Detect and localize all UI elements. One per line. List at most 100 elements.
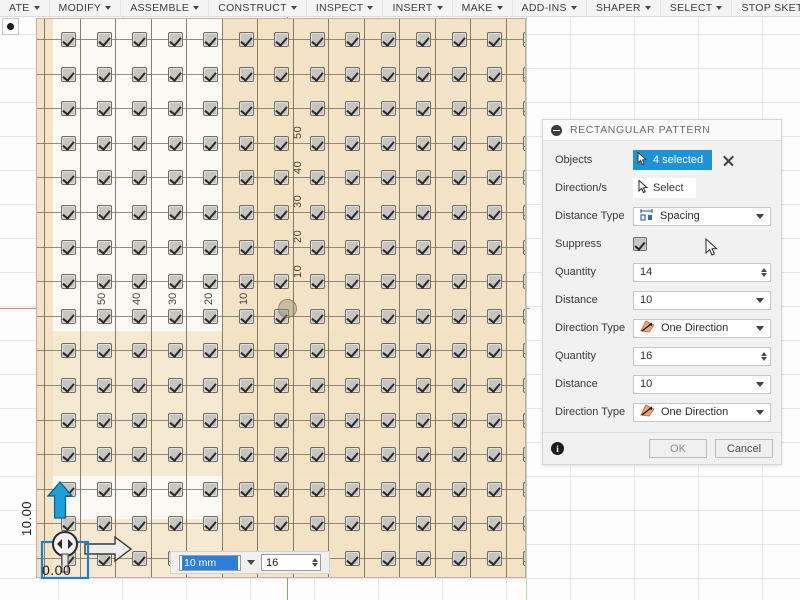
checkbox-checked-icon[interactable] bbox=[487, 101, 502, 116]
checkbox-checked-icon[interactable] bbox=[203, 67, 218, 82]
checkbox-checked-icon[interactable] bbox=[381, 482, 396, 497]
checkbox-checked-icon[interactable] bbox=[381, 67, 396, 82]
checkbox-checked-icon[interactable] bbox=[274, 136, 289, 151]
chevron-down-icon[interactable] bbox=[247, 560, 255, 565]
checkbox-checked-icon[interactable] bbox=[239, 343, 254, 358]
checkbox-checked-icon[interactable] bbox=[61, 32, 76, 47]
direction-type-dropdown[interactable]: One Direction bbox=[633, 402, 771, 422]
checkbox-checked-icon[interactable] bbox=[452, 413, 467, 428]
checkbox-checked-icon[interactable] bbox=[168, 205, 183, 220]
checkbox-checked-icon[interactable] bbox=[168, 240, 183, 255]
checkbox-checked-icon[interactable] bbox=[61, 67, 76, 82]
checkbox-checked-icon[interactable] bbox=[132, 240, 147, 255]
checkbox-checked-icon[interactable] bbox=[61, 240, 76, 255]
checkbox-checked-icon[interactable] bbox=[239, 170, 254, 185]
checkbox-checked-icon[interactable] bbox=[523, 274, 525, 289]
checkbox-checked-icon[interactable] bbox=[487, 32, 502, 47]
checkbox-checked-icon[interactable] bbox=[345, 170, 360, 185]
direction-type-dropdown[interactable]: One Direction bbox=[633, 318, 771, 338]
checkbox-checked-icon[interactable] bbox=[97, 101, 112, 116]
checkbox-checked-icon[interactable] bbox=[203, 516, 218, 531]
checkbox-checked-icon[interactable] bbox=[452, 343, 467, 358]
checkbox-checked-icon[interactable] bbox=[523, 482, 525, 497]
checkbox-checked-icon[interactable] bbox=[452, 136, 467, 151]
checkbox-checked-icon[interactable] bbox=[203, 413, 218, 428]
checkbox-checked-icon[interactable] bbox=[239, 447, 254, 462]
checkbox-checked-icon[interactable] bbox=[452, 170, 467, 185]
checkbox-checked-icon[interactable] bbox=[310, 482, 325, 497]
checkbox-checked-icon[interactable] bbox=[381, 343, 396, 358]
checkbox-checked-icon[interactable] bbox=[239, 205, 254, 220]
checkbox-checked-icon[interactable] bbox=[310, 136, 325, 151]
spinner-arrows-icon[interactable] bbox=[761, 267, 768, 277]
checkbox-checked-icon[interactable] bbox=[203, 32, 218, 47]
checkbox-checked-icon[interactable] bbox=[416, 447, 431, 462]
checkbox-checked-icon[interactable] bbox=[97, 67, 112, 82]
checkbox-checked-icon[interactable] bbox=[381, 32, 396, 47]
checkbox-checked-icon[interactable] bbox=[381, 516, 396, 531]
checkbox-checked-icon[interactable] bbox=[487, 516, 502, 531]
checkbox-checked-icon[interactable] bbox=[345, 482, 360, 497]
checkbox-checked-icon[interactable] bbox=[487, 67, 502, 82]
dialog-header[interactable]: RECTANGULAR PATTERN bbox=[543, 120, 781, 141]
checkbox-checked-icon[interactable] bbox=[381, 205, 396, 220]
checkbox-checked-icon[interactable] bbox=[310, 32, 325, 47]
origin-point-icon[interactable] bbox=[278, 299, 297, 318]
spinner-arrows-icon[interactable] bbox=[312, 558, 319, 567]
checkbox-checked-icon[interactable] bbox=[310, 413, 325, 428]
checkbox-checked-icon[interactable] bbox=[452, 240, 467, 255]
chevron-down-icon[interactable] bbox=[756, 381, 764, 387]
checkbox-checked-icon[interactable] bbox=[239, 309, 254, 324]
checkbox-checked-icon[interactable] bbox=[523, 240, 525, 255]
checkbox-checked-icon[interactable] bbox=[274, 274, 289, 289]
checkbox-checked-icon[interactable] bbox=[487, 343, 502, 358]
checkbox-checked-icon[interactable] bbox=[487, 274, 502, 289]
checkbox-checked-icon[interactable] bbox=[239, 67, 254, 82]
checkbox-checked-icon[interactable] bbox=[97, 343, 112, 358]
menu-item-add-ins[interactable]: ADD-INS bbox=[513, 0, 587, 17]
checkbox-checked-icon[interactable] bbox=[523, 205, 525, 220]
checkbox-checked-icon[interactable] bbox=[345, 516, 360, 531]
checkbox-checked-icon[interactable] bbox=[381, 101, 396, 116]
checkbox-checked-icon[interactable] bbox=[487, 240, 502, 255]
checkbox-checked-icon[interactable] bbox=[523, 516, 525, 531]
chevron-down-icon[interactable] bbox=[756, 409, 764, 415]
checkbox-checked-icon[interactable] bbox=[487, 482, 502, 497]
checkbox-checked-icon[interactable] bbox=[452, 32, 467, 47]
checkbox-checked-icon[interactable] bbox=[168, 516, 183, 531]
checkbox-checked-icon[interactable] bbox=[523, 67, 525, 82]
checkbox-checked-icon[interactable] bbox=[381, 378, 396, 393]
checkbox-checked-icon[interactable] bbox=[345, 240, 360, 255]
checkbox-checked-icon[interactable] bbox=[132, 32, 147, 47]
checkbox-checked-icon[interactable] bbox=[132, 67, 147, 82]
checkbox-checked-icon[interactable] bbox=[61, 343, 76, 358]
checkbox-checked-icon[interactable] bbox=[168, 482, 183, 497]
checkbox-checked-icon[interactable] bbox=[61, 136, 76, 151]
menu-item-inspect[interactable]: INSPECT bbox=[307, 0, 384, 17]
spinner-arrows-icon[interactable] bbox=[761, 351, 768, 361]
checkbox-checked-icon[interactable] bbox=[452, 551, 467, 566]
checkbox-checked-icon[interactable] bbox=[381, 413, 396, 428]
checkbox-checked-icon[interactable] bbox=[203, 205, 218, 220]
checkbox-checked-icon[interactable] bbox=[274, 101, 289, 116]
checkbox-checked-icon[interactable] bbox=[523, 378, 525, 393]
distance-type-dropdown[interactable]: Spacing bbox=[633, 206, 771, 226]
checkbox-checked-icon[interactable] bbox=[168, 447, 183, 462]
checkbox-checked-icon[interactable] bbox=[416, 101, 431, 116]
checkbox-checked-icon[interactable] bbox=[452, 67, 467, 82]
checkbox-checked-icon[interactable] bbox=[132, 413, 147, 428]
checkbox-checked-icon[interactable] bbox=[132, 170, 147, 185]
checkbox-checked-icon[interactable] bbox=[523, 136, 525, 151]
dimension-input-toolbar[interactable]: 10 mm 16 bbox=[170, 551, 330, 574]
checkbox-checked-icon[interactable] bbox=[97, 136, 112, 151]
checkbox-checked-icon[interactable] bbox=[487, 447, 502, 462]
checkbox-checked-icon[interactable] bbox=[345, 274, 360, 289]
checkbox-checked-icon[interactable] bbox=[61, 378, 76, 393]
checkbox-checked-icon[interactable] bbox=[97, 240, 112, 255]
checkbox-checked-icon[interactable] bbox=[416, 482, 431, 497]
checkbox-checked-icon[interactable] bbox=[310, 240, 325, 255]
checkbox-checked-icon[interactable] bbox=[345, 378, 360, 393]
distance-input[interactable]: 10 bbox=[633, 290, 771, 310]
checkbox-checked-icon[interactable] bbox=[132, 136, 147, 151]
checkbox-checked-icon[interactable] bbox=[132, 343, 147, 358]
